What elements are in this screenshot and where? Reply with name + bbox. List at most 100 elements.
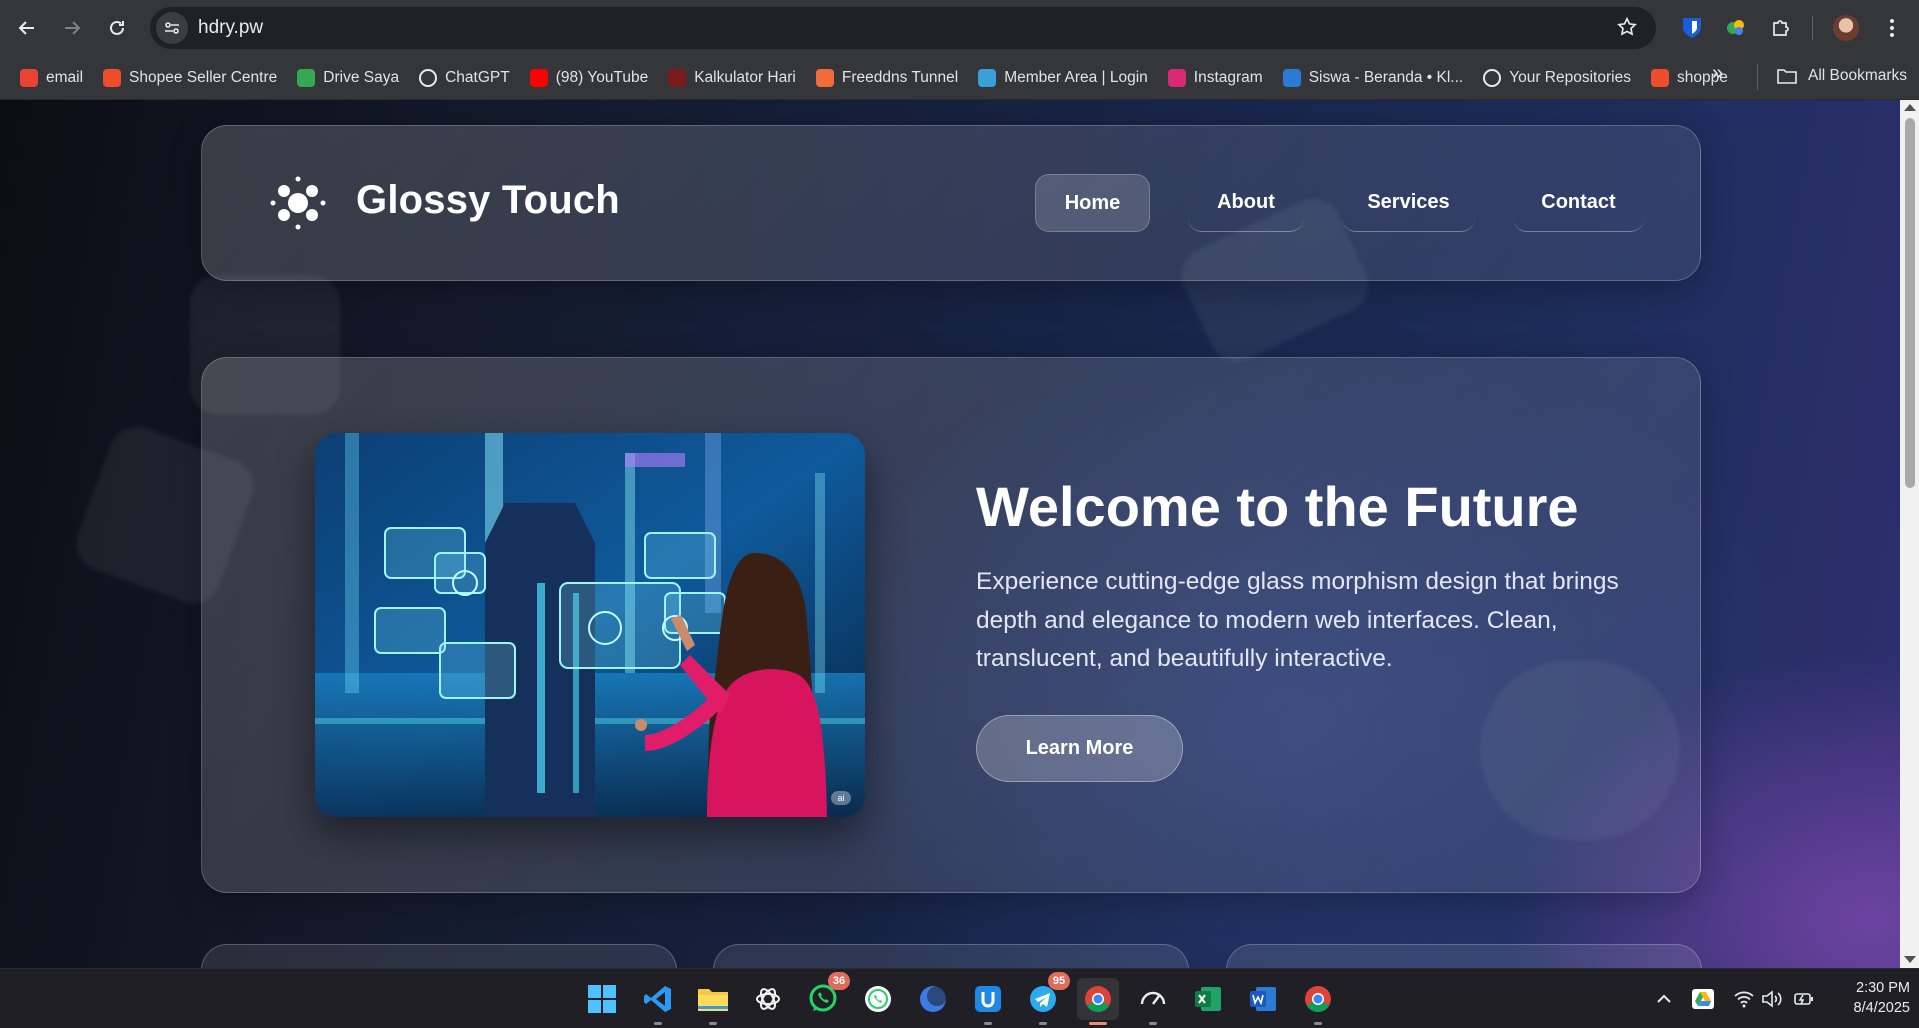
site-settings-icon [165,22,179,34]
siswa-icon [1282,68,1301,87]
bookmark-label: email [46,68,84,86]
back-button[interactable] [5,6,49,50]
address-bar[interactable]: hdry.pw [150,7,1656,49]
google-drive-icon [297,68,316,87]
nav-contact[interactable]: Contact [1513,174,1644,232]
bookmark-item[interactable]: Freeddns Tunnel [808,62,966,94]
taskbar-vscode[interactable] [637,978,679,1025]
reload-button[interactable] [95,6,139,50]
nav-about[interactable]: About [1188,174,1304,232]
taskbar-whatsapp-business[interactable]: 36 [802,972,850,1020]
speaker-icon [1762,990,1782,1008]
taskbar-speedometer[interactable] [1132,978,1174,1025]
whatsapp-icon [865,986,891,1012]
running-indicator [984,1022,992,1025]
learn-more-button[interactable]: Learn More [976,715,1183,782]
running-indicator [1039,1022,1047,1025]
scroll-up-arrow-icon[interactable] [1904,104,1916,111]
taskbar-file-explorer[interactable] [692,978,734,1025]
bookmark-label: (98) YouTube [555,68,649,86]
taskbar-whatsapp[interactable] [857,978,899,1020]
taskbar-telegram[interactable]: 95 [1022,972,1070,1025]
bookmark-item[interactable]: Shopee Seller Centre [95,62,285,94]
bookmark-label: Shopee Seller Centre [129,68,278,86]
bookmark-label: Your Repositories [1509,68,1631,86]
bookmarks-overflow-button[interactable]: » [1712,62,1723,85]
brand-logo-icon [270,176,326,230]
scroll-down-arrow-icon[interactable] [1904,956,1916,963]
all-bookmarks-button[interactable]: All Bookmarks [1776,60,1907,92]
google-drive-icon [1692,989,1714,1009]
running-indicator [654,1022,662,1025]
bookmark-item[interactable]: Instagram [1160,62,1271,94]
taskbar-excel[interactable] [1187,978,1229,1020]
browser-toolbar: hdry.pw [0,0,1919,56]
avatar [1833,15,1859,41]
tray-wifi[interactable] [1732,987,1756,1011]
windows-taskbar [0,968,1919,1028]
arrow-right-icon [65,21,81,35]
bookmark-item[interactable]: Member Area | Login [970,62,1156,94]
nav-services[interactable]: Services [1342,174,1475,232]
nav-home[interactable]: Home [1035,174,1150,232]
bookmark-item[interactable]: Kalkulator Hari [660,62,804,94]
bookmark-item[interactable]: (98) YouTube [522,62,657,94]
bitwarden-extension[interactable] [1676,12,1708,44]
forward-button[interactable] [50,6,94,50]
vscode-icon [644,986,671,1012]
more-vertical-icon [1890,19,1894,37]
battery-charging-icon [1794,993,1813,1005]
bookmark-item[interactable]: email [12,62,91,94]
tray-google-drive[interactable] [1691,987,1715,1011]
bookmark-item[interactable]: Drive Saya [289,62,407,94]
bookmarks-bar: email Shopee Seller Centre Drive Saya ChatG… [0,56,1919,100]
bookmark-label: Drive Saya [323,68,400,86]
profile-avatar[interactable] [1830,12,1862,44]
folder-icon [698,989,728,1011]
instagram-icon [1167,68,1186,87]
bookmark-label: Kalkulator Hari [694,68,796,86]
taskbar-chrome[interactable] [1077,978,1119,1025]
chrome-icon [1085,986,1111,1013]
start-button[interactable] [581,978,623,1020]
tray-volume[interactable] [1760,987,1784,1011]
chatgpt-icon [756,988,780,1010]
shopee-icon [103,68,122,87]
bookmark-item[interactable]: Siswa - Beranda • Kl... [1275,62,1471,94]
scrollbar-thumb[interactable] [1905,118,1915,488]
wifi-icon [1734,991,1754,1008]
site-info-button[interactable] [156,12,188,44]
excel-icon [1195,987,1221,1011]
youtube-icon [529,68,548,87]
tray-battery[interactable] [1792,987,1816,1011]
all-bookmarks-label: All Bookmarks [1808,67,1908,84]
bookmark-label: Instagram [1193,68,1263,86]
toolbar-divider [1812,16,1813,40]
bookmark-label: Freeddns Tunnel [841,68,959,86]
folder-icon [1777,69,1797,84]
ai-badge: ai [831,791,851,805]
calculator-icon [668,68,687,87]
taskbar-chatgpt[interactable] [747,978,789,1020]
reload-icon [110,20,124,35]
taskbar-chrome-profile[interactable] [1297,978,1339,1025]
extension-colorful[interactable] [1720,12,1752,44]
extensions-button[interactable] [1765,12,1797,44]
url-text[interactable]: hdry.pw [198,17,263,39]
hero-image: ai [315,433,865,817]
speedometer-icon [1140,991,1166,1005]
taskbar-app-u[interactable] [967,978,1009,1025]
chevron-up-icon [1657,994,1671,1003]
bookmark-item[interactable]: Your Repositories [1475,62,1639,94]
bookmark-item[interactable]: ChatGPT [411,62,518,94]
bookmark-star-icon[interactable] [1616,16,1638,38]
github-icon [1483,68,1502,87]
system-clock[interactable]: 2:30 PM 8/4/2025 [1824,978,1910,1018]
puzzle-icon [1773,20,1789,36]
menu-button[interactable] [1876,12,1908,44]
show-hidden-icons-button[interactable] [1652,987,1676,1011]
taskbar-app-moon[interactable] [912,978,954,1020]
brand-name[interactable]: Glossy Touch [356,178,620,223]
taskbar-word[interactable] [1242,978,1284,1020]
clock-date: 8/4/2025 [1853,1000,1910,1016]
